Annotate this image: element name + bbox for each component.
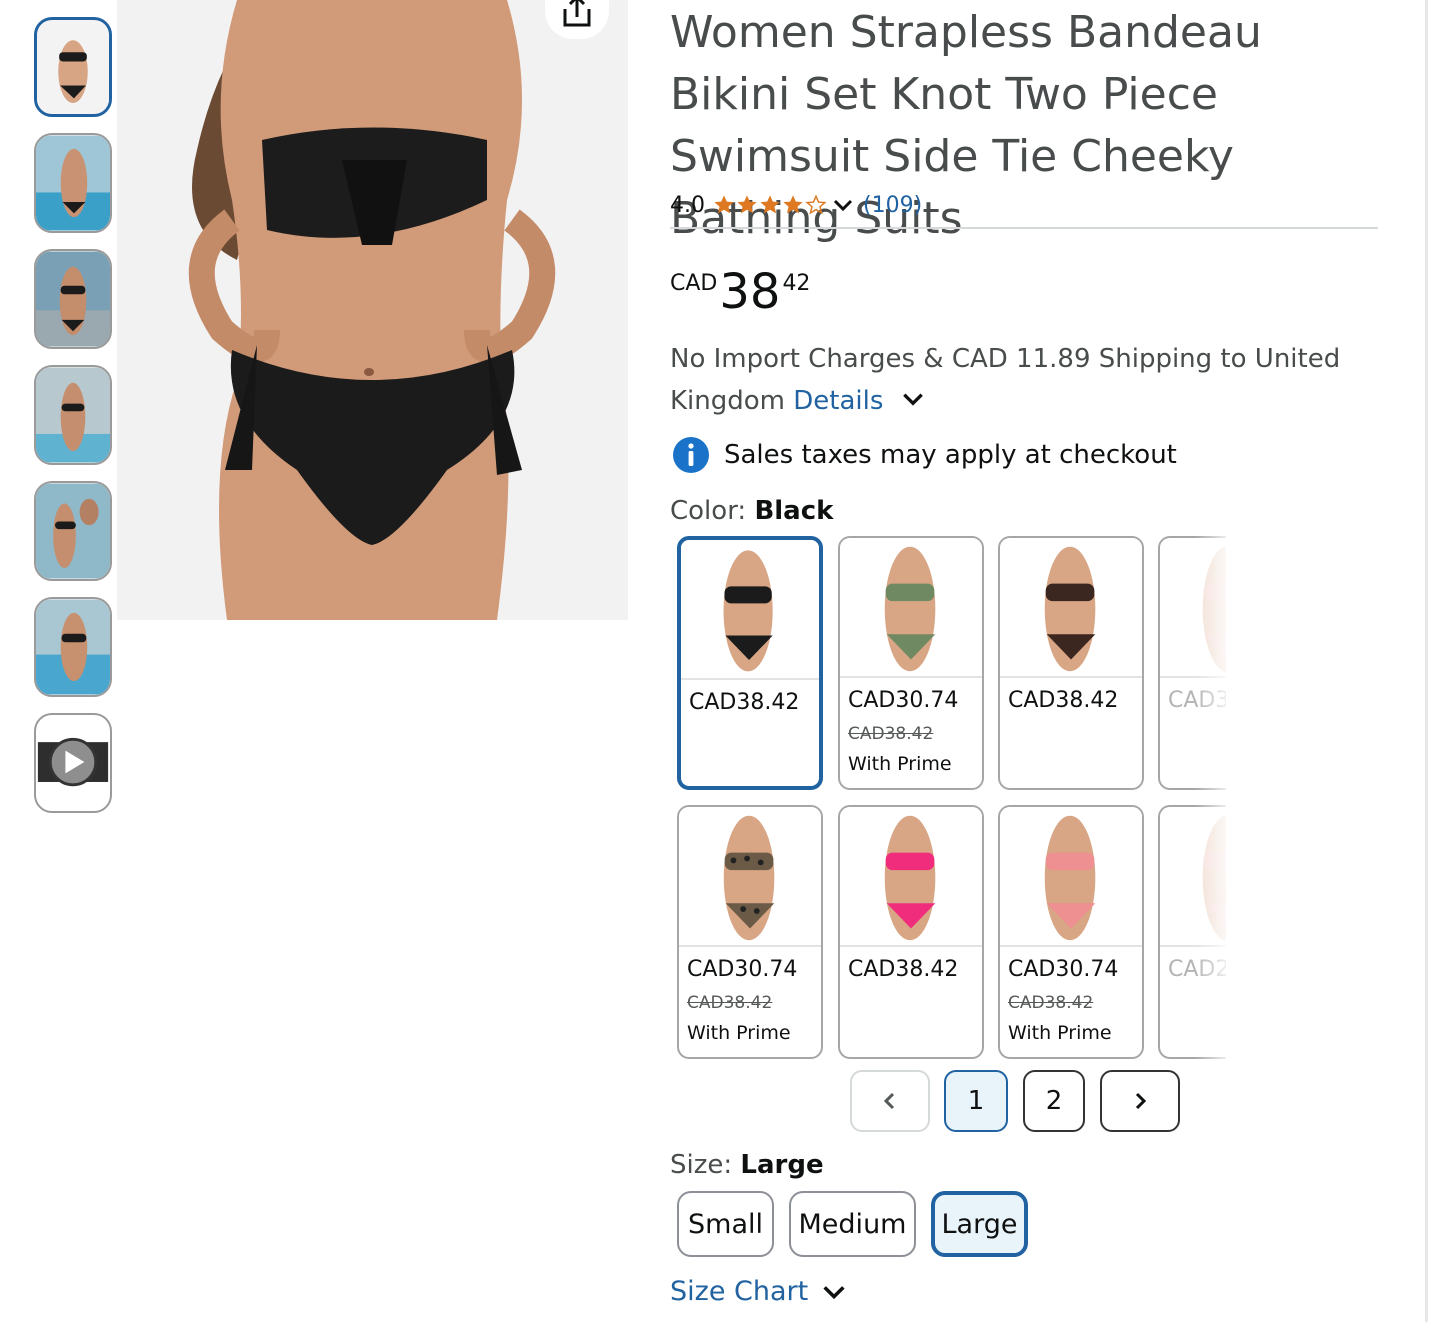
swatch-image (681, 540, 819, 680)
swatch-price: CAD38.42 (689, 690, 800, 715)
swatch-prime-note: With Prime (1008, 1022, 1112, 1044)
thumbnail-image (36, 367, 110, 463)
prev-page-button[interactable] (850, 1070, 930, 1132)
price-block: CAD 38 42 (670, 262, 810, 322)
next-page-button[interactable] (1100, 1070, 1180, 1132)
color-swatch-black[interactable]: CAD38.42 (677, 536, 823, 790)
thumbnail-image (36, 483, 110, 579)
size-option-large[interactable]: Large (931, 1191, 1028, 1257)
selected-color: Black (754, 496, 834, 526)
swatch-image (840, 807, 982, 947)
play-icon (37, 737, 109, 787)
swatch-image (840, 538, 982, 678)
swatch-price: CAD30.74 (848, 688, 959, 713)
size-chart-link[interactable]: Size Chart (670, 1276, 848, 1307)
color-swatch-pink[interactable]: CAD30.74 CAD38.42 With Prime (998, 805, 1144, 1059)
chevron-down-icon (823, 1285, 845, 1299)
main-product-image[interactable] (117, 0, 628, 620)
swatch-prime-note: With Prime (848, 753, 952, 775)
thumbnail-5[interactable] (34, 481, 112, 581)
swatch-image (1000, 538, 1142, 678)
color-swatch-brown[interactable]: CAD38.42 (998, 536, 1144, 790)
thumbnail-image (36, 135, 110, 231)
share-icon (563, 0, 591, 27)
star-full-icon (783, 195, 803, 214)
price-whole: 38 (719, 264, 781, 320)
star-full-icon (760, 195, 780, 214)
page-button-2[interactable]: 2 (1023, 1070, 1085, 1132)
chevron-right-icon (1135, 1092, 1147, 1110)
star-empty-icon (805, 194, 827, 215)
chevron-left-icon (883, 1092, 895, 1110)
color-label: Color: Black (670, 496, 834, 526)
tax-notice: Sales taxes may apply at checkout (672, 436, 1177, 474)
size-label: Size: Large (670, 1150, 824, 1180)
thumbnail-image (37, 20, 109, 114)
swatch-price: CAD38.42 (848, 957, 959, 982)
section-divider (670, 227, 1378, 229)
thumbnail-image (36, 251, 110, 347)
rating-value: 4.0 (670, 192, 705, 218)
size-option-small[interactable]: Small (677, 1191, 774, 1257)
swatch-old-price: CAD38.42 (1008, 993, 1094, 1013)
shipping-info: No Import Charges & CAD 11.89 Shipping t… (670, 338, 1370, 422)
swatch-image (679, 807, 821, 947)
size-chart-label: Size Chart (670, 1276, 809, 1307)
thumbnail-4[interactable] (34, 365, 112, 465)
thumbnail-6[interactable] (34, 597, 112, 697)
chevron-down-icon[interactable] (900, 386, 926, 412)
size-option-medium[interactable]: Medium (789, 1191, 916, 1257)
page-button-1[interactable]: 1 (944, 1070, 1008, 1132)
swatch-old-price: CAD38.42 (687, 993, 773, 1013)
swatch-price: CAD30.74 (1008, 957, 1119, 982)
swatch-old-price: CAD38.42 (848, 724, 934, 744)
star-full-icon (714, 195, 734, 214)
product-photo (117, 0, 628, 620)
shipping-text: No Import Charges & CAD 11.89 Shipping t… (670, 344, 1341, 416)
price-fraction: 42 (782, 271, 811, 296)
thumbnail-2[interactable] (34, 133, 112, 233)
chevron-down-icon[interactable] (831, 193, 855, 217)
swatch-price: CAD38.42 (1008, 688, 1119, 713)
thumbnail-3[interactable] (34, 249, 112, 349)
swatch-prime-note: With Prime (687, 1022, 791, 1044)
video-thumbnail[interactable] (34, 713, 112, 813)
star-full-icon (737, 195, 757, 214)
color-swatch-green[interactable]: CAD30.74 CAD38.42 With Prime (838, 536, 984, 790)
color-swatch-leopard[interactable]: CAD30.74 CAD38.42 With Prime (677, 805, 823, 1059)
price-currency: CAD (670, 271, 718, 296)
carousel-fade (1195, 530, 1235, 1065)
info-icon (673, 437, 709, 473)
swatch-image (1000, 807, 1142, 947)
rating-count-link[interactable]: (109) (863, 193, 922, 218)
thumbnail-1[interactable] (34, 17, 112, 117)
tax-notice-text: Sales taxes may apply at checkout (724, 440, 1177, 470)
star-rating (713, 194, 827, 216)
swatch-price: CAD30.74 (687, 957, 798, 982)
page-edge-divider (1425, 0, 1428, 1322)
selected-size: Large (740, 1150, 824, 1180)
rating-row[interactable]: 4.0 (109) (670, 190, 922, 220)
shipping-details-link[interactable]: Details (793, 386, 883, 416)
thumbnail-image (36, 599, 110, 695)
color-swatch-hot-pink[interactable]: CAD38.42 (838, 805, 984, 1059)
